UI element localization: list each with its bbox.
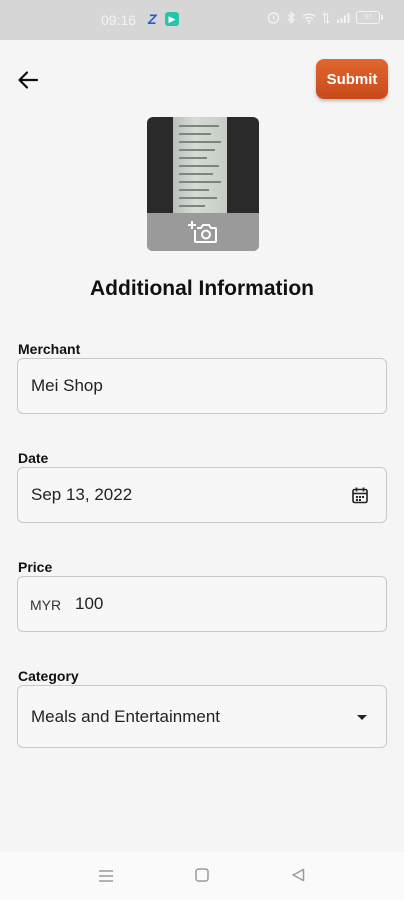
date-value: Sep 13, 2022	[31, 485, 133, 504]
price-label: Price	[18, 559, 53, 575]
data-icon	[322, 11, 330, 24]
calendar-icon[interactable]	[352, 487, 368, 504]
status-icons: 97	[267, 11, 383, 24]
recent-apps-icon[interactable]	[98, 868, 114, 884]
wifi-icon	[302, 13, 316, 24]
merchant-value: Mei Shop	[31, 376, 103, 395]
category-value: Meals and Entertainment	[31, 707, 220, 726]
alarm-icon	[267, 12, 280, 24]
bluetooth-icon	[287, 11, 295, 24]
add-photo-button[interactable]	[147, 213, 259, 251]
receipt-image	[173, 117, 227, 217]
dropdown-arrow-icon	[357, 715, 367, 720]
add-photo-icon	[188, 221, 217, 243]
price-value: 100	[75, 594, 104, 613]
system-nav-bar	[0, 852, 404, 900]
home-icon[interactable]	[195, 868, 209, 882]
submit-button[interactable]: Submit	[316, 59, 388, 99]
date-input[interactable]: Sep 13, 2022	[17, 467, 387, 523]
date-label: Date	[18, 450, 49, 466]
arrow-left-icon	[18, 71, 39, 89]
status-time: 09:16	[101, 12, 137, 28]
back-button[interactable]	[14, 66, 42, 94]
category-select[interactable]: Meals and Entertainment	[17, 685, 387, 748]
category-label: Category	[18, 668, 79, 684]
signal-icon	[337, 12, 350, 23]
merchant-label: Merchant	[18, 341, 81, 357]
currency-prefix: MYR	[30, 597, 62, 613]
app-play-icon: ▶	[165, 12, 179, 26]
page-title: Additional Information	[90, 277, 314, 300]
back-nav-icon[interactable]	[291, 868, 305, 882]
receipt-thumbnail[interactable]	[147, 117, 259, 251]
battery-icon: 97	[356, 11, 383, 24]
merchant-input[interactable]: Mei Shop	[17, 358, 387, 414]
app-z-icon: Z	[148, 11, 157, 27]
status-bar: 09:16 Z ▶ 97	[0, 0, 404, 40]
price-input[interactable]: MYR 100	[17, 576, 387, 632]
